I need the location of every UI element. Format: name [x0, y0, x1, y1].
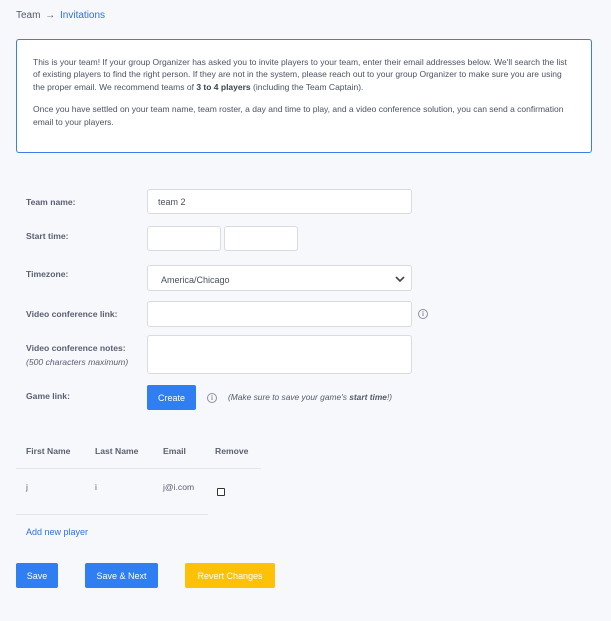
header-email: Email — [163, 446, 186, 456]
video-link-input[interactable] — [147, 301, 412, 327]
table-row-divider — [16, 514, 208, 515]
hint-end: !) — [386, 392, 393, 402]
add-new-player-link[interactable]: Add new player — [26, 527, 88, 537]
team-name-input[interactable] — [147, 189, 412, 214]
breadcrumb-invitations[interactable]: Invitations — [60, 10, 105, 21]
video-notes-sublabel: (500 characters maximum) — [26, 357, 129, 367]
breadcrumb-arrow: → — [45, 10, 56, 21]
breadcrumb: Team → Invitations — [16, 10, 105, 21]
breadcrumb-team[interactable]: Team — [16, 10, 40, 21]
cell-email: j@i.com — [163, 482, 195, 492]
hint-text: (Make sure to save your game's — [228, 392, 350, 402]
save-button[interactable]: Save — [16, 563, 58, 588]
game-link-hint: (Make sure to save your game's start tim… — [228, 392, 392, 402]
info-paragraph-1: This is your team! If your group Organiz… — [33, 56, 575, 93]
timezone-value: America/Chicago — [161, 275, 230, 285]
team-name-label: Team name: — [26, 197, 76, 207]
table-header-divider — [16, 468, 261, 469]
video-link-label: Video conference link: — [26, 309, 118, 319]
header-remove: Remove — [215, 446, 249, 456]
save-next-button[interactable]: Save & Next — [85, 563, 158, 588]
start-time-label: Start time: — [26, 231, 69, 241]
start-date-input[interactable] — [147, 226, 221, 251]
game-link-label: Game link: — [26, 391, 70, 401]
create-game-button[interactable]: Create — [147, 385, 196, 410]
video-notes-label-text: Video conference notes: — [26, 343, 126, 353]
chevron-down-icon — [395, 276, 405, 283]
header-first-name: First Name — [26, 446, 71, 456]
timezone-label: Timezone: — [26, 269, 69, 279]
cell-last-name: i — [95, 482, 97, 492]
info-bold: 3 to 4 players — [196, 81, 251, 92]
hint-bold: start time — [349, 392, 387, 402]
info-box: This is your team! If your group Organiz… — [16, 39, 592, 153]
remove-checkbox[interactable] — [217, 488, 225, 496]
header-last-name: Last Name — [95, 446, 139, 456]
timezone-select[interactable]: America/Chicago — [147, 265, 412, 291]
info-text-end: (including the Team Captain). — [250, 81, 364, 92]
video-notes-label: Video conference notes: (500 characters … — [26, 343, 128, 367]
cell-first-name: j — [26, 482, 28, 492]
info-icon[interactable]: i — [418, 309, 428, 319]
start-clock-input[interactable] — [224, 226, 298, 251]
info-paragraph-2: Once you have settled on your team name,… — [33, 104, 564, 127]
revert-changes-button[interactable]: Revert Changes — [185, 563, 275, 588]
video-notes-textarea[interactable] — [147, 335, 412, 374]
info-icon[interactable]: i — [207, 393, 217, 403]
